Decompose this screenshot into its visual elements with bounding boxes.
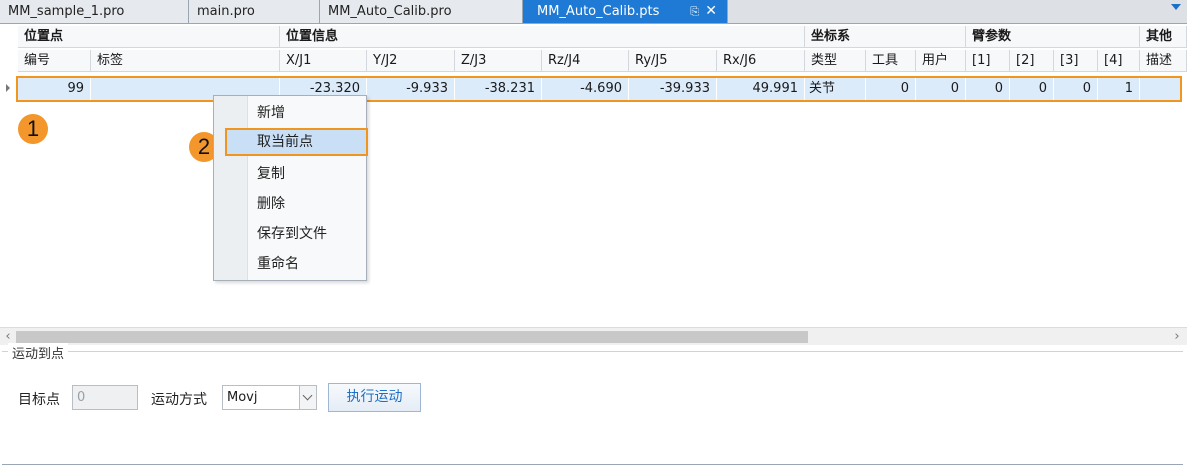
tab-label: MM_sample_1.pro: [8, 4, 125, 19]
scrollbar-thumb[interactable]: [16, 331, 808, 343]
cell-type[interactable]: 关节: [805, 78, 866, 100]
current-row-icon: [6, 84, 10, 92]
cell-ry-j5[interactable]: -39.933: [629, 78, 717, 100]
col-header-description[interactable]: 描述: [1140, 50, 1187, 72]
motion-mode-select[interactable]: Movj: [222, 385, 317, 410]
tab-label: MM_Auto_Calib.pro: [328, 4, 452, 19]
col-header-id[interactable]: 编号: [18, 50, 91, 72]
menu-item-add[interactable]: 新增: [215, 99, 365, 127]
tab-main-pro[interactable]: main.pro: [189, 0, 320, 23]
group-title: 运动到点: [8, 343, 69, 362]
cell-arm-1[interactable]: 0: [966, 78, 1010, 100]
dropdown-button[interactable]: [299, 386, 316, 409]
tab-label: MM_Auto_Calib.pts: [537, 4, 660, 19]
tab-label: main.pro: [197, 4, 255, 19]
tab-mm-auto-calib-pro[interactable]: MM_Auto_Calib.pro: [320, 0, 523, 23]
context-menu: 新增 取当前点 复制 删除 保存到文件 重命名: [213, 95, 368, 281]
col-header-arm-1[interactable]: [1]: [966, 50, 1010, 72]
execute-motion-button[interactable]: 执行运动: [328, 383, 421, 412]
col-header-arm-4[interactable]: [4]: [1098, 50, 1140, 72]
group-header-position-point: 位置点: [18, 26, 280, 48]
motion-mode-value: Movj: [227, 390, 258, 405]
col-header-tool[interactable]: 工具: [866, 50, 916, 72]
menu-item-save-to-file[interactable]: 保存到文件: [215, 220, 365, 248]
cell-arm-2[interactable]: 0: [1010, 78, 1054, 100]
col-header-ry-j5[interactable]: Ry/J5: [629, 50, 717, 72]
cell-rz-j4[interactable]: -4.690: [542, 78, 629, 100]
menu-item-copy[interactable]: 复制: [215, 160, 365, 188]
step-badge-1: 1: [18, 114, 48, 144]
chevron-down-icon: [302, 390, 313, 401]
col-header-z-j3[interactable]: Z/J3: [455, 50, 542, 72]
row-selector[interactable]: [0, 76, 18, 100]
cell-z-j3[interactable]: -38.231: [455, 78, 542, 100]
cell-y-j2[interactable]: -9.933: [367, 78, 455, 100]
tab-mm-auto-calib-pts[interactable]: MM_Auto_Calib.pts ⎘ ✕: [523, 0, 728, 23]
col-header-type[interactable]: 类型: [805, 50, 866, 72]
cell-arm-3[interactable]: 0: [1054, 78, 1098, 100]
col-header-label[interactable]: 标签: [91, 50, 280, 72]
group-header-coordinate-system: 坐标系: [805, 26, 966, 48]
col-header-arm-3[interactable]: [3]: [1054, 50, 1098, 72]
cell-user[interactable]: 0: [916, 78, 966, 100]
menu-item-delete[interactable]: 删除: [215, 190, 365, 218]
cell-description[interactable]: [1140, 78, 1181, 100]
document-tab-strip: MM_sample_1.pro main.pro MM_Auto_Calib.p…: [0, 0, 1187, 24]
scroll-right-icon[interactable]: ›: [1170, 329, 1184, 345]
pin-icon[interactable]: ⎘: [690, 0, 699, 23]
group-header-other: 其他: [1140, 26, 1187, 48]
close-icon[interactable]: ✕: [705, 0, 717, 23]
points-grid: 位置点 位置信息 坐标系 臂参数 其他 编号 标签 X/J1 Y/J2 Z/J3…: [0, 26, 1187, 326]
col-header-arm-2[interactable]: [2]: [1010, 50, 1054, 72]
menu-item-rename[interactable]: 重命名: [215, 250, 365, 278]
group-header-arm-params: 臂参数: [966, 26, 1140, 48]
col-header-rz-j4[interactable]: Rz/J4: [542, 50, 629, 72]
col-header-y-j2[interactable]: Y/J2: [367, 50, 455, 72]
tab-list-dropdown-icon[interactable]: [1171, 4, 1181, 10]
motion-mode-label: 运动方式: [151, 392, 207, 408]
horizontal-scrollbar[interactable]: ‹ ›: [0, 327, 1187, 345]
cell-rx-j6[interactable]: 49.991: [717, 78, 805, 100]
col-header-rx-j6[interactable]: Rx/J6: [717, 50, 805, 72]
group-header-row: 位置点 位置信息 坐标系 臂参数 其他: [0, 26, 1187, 48]
tab-mm-sample-1-pro[interactable]: MM_sample_1.pro: [0, 0, 189, 23]
group-header-position-info: 位置信息: [280, 26, 805, 48]
column-header-row: 编号 标签 X/J1 Y/J2 Z/J3 Rz/J4 Ry/J5 Rx/J6 类…: [0, 50, 1187, 72]
table-row[interactable]: 99 -23.320 -9.933 -38.231 -4.690 -39.933…: [18, 78, 1181, 102]
col-header-x-j1[interactable]: X/J1: [280, 50, 367, 72]
target-point-input[interactable]: 0: [72, 385, 138, 410]
col-header-user[interactable]: 用户: [916, 50, 966, 72]
cell-tool[interactable]: 0: [866, 78, 916, 100]
cell-arm-4[interactable]: 1: [1098, 78, 1140, 100]
target-point-label: 目标点: [18, 392, 60, 408]
cell-id[interactable]: 99: [18, 78, 91, 100]
menu-item-get-current-point[interactable]: 取当前点: [225, 128, 368, 156]
